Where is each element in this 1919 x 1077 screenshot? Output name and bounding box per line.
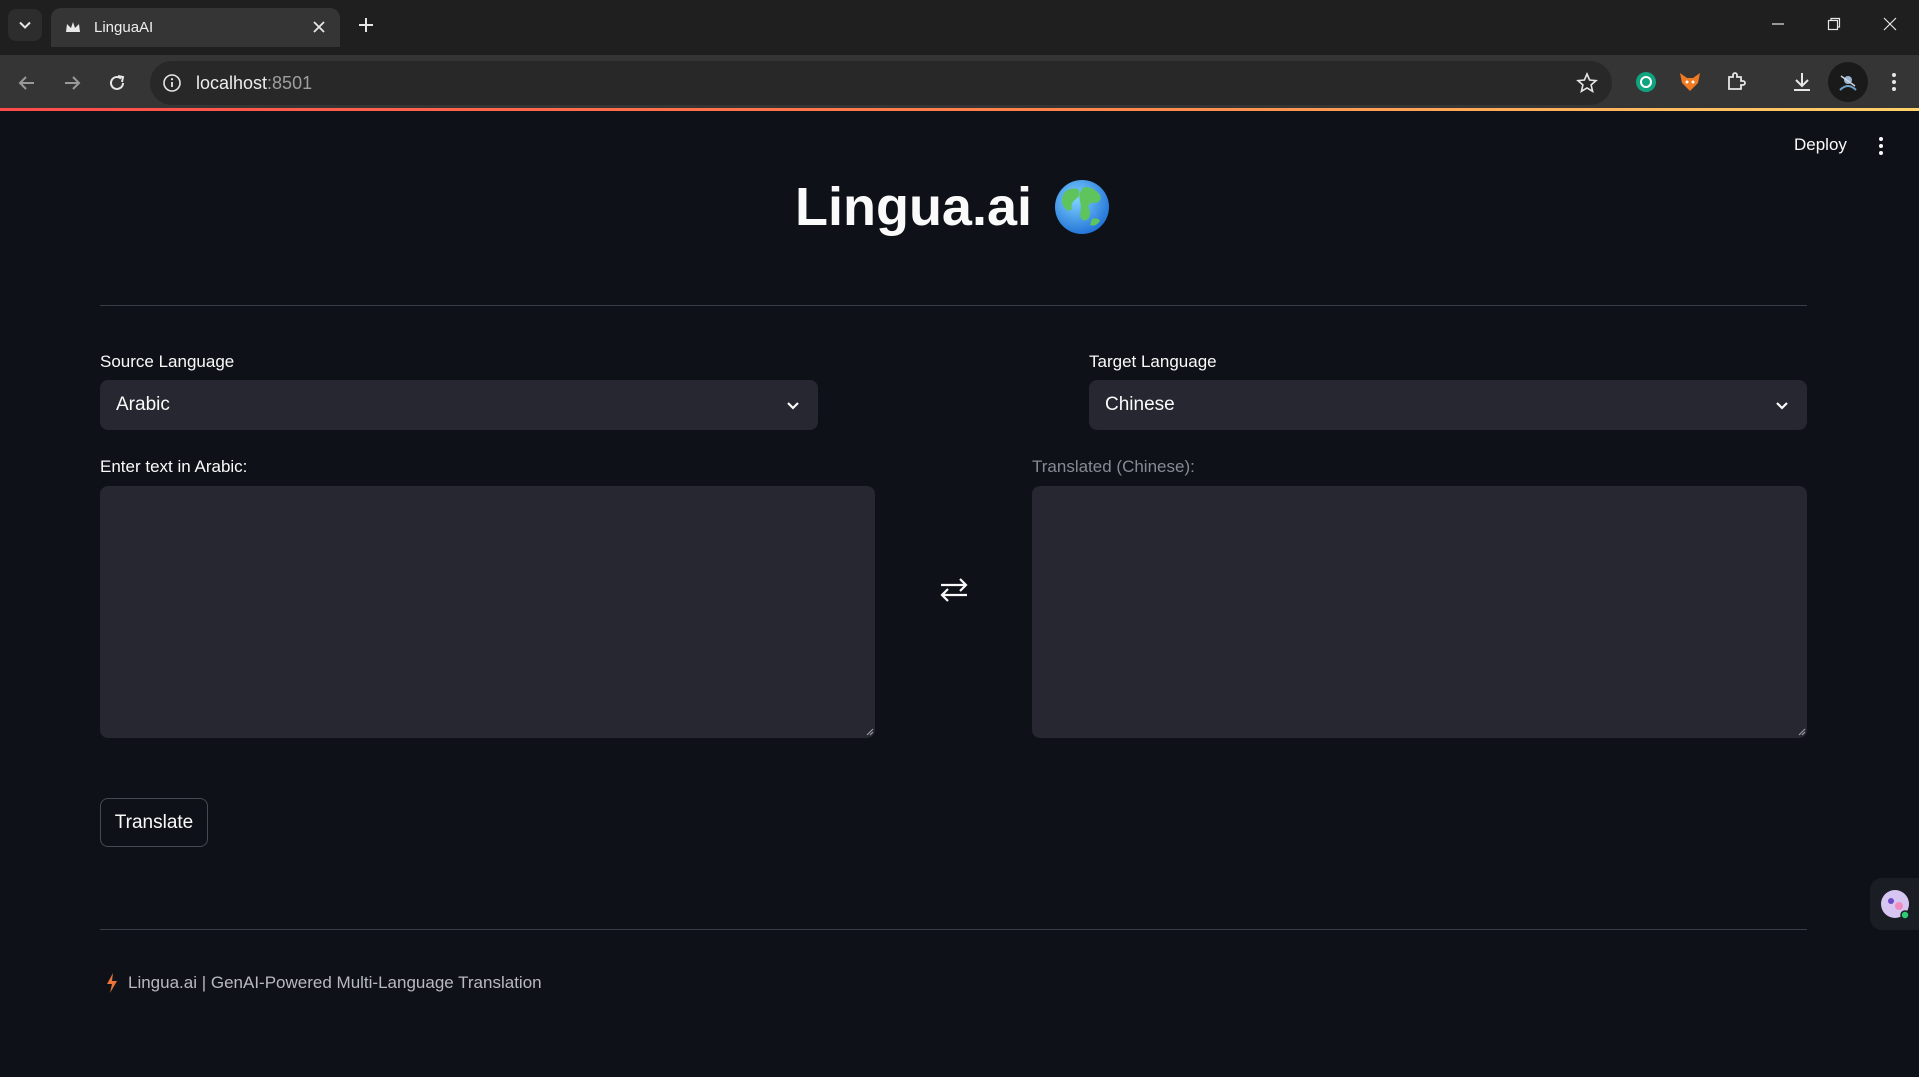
source-language-value: Arabic	[116, 394, 170, 415]
input-text-label: Enter text in Arabic:	[100, 457, 248, 476]
floating-assistant-button[interactable]	[1870, 878, 1919, 930]
new-tab-button[interactable]	[354, 13, 378, 37]
translate-button[interactable]: Translate	[100, 798, 208, 847]
profile-avatar[interactable]	[1828, 62, 1868, 102]
extensions-puzzle-icon[interactable]	[1721, 67, 1751, 97]
info-icon[interactable]	[160, 71, 184, 95]
close-icon	[1883, 17, 1897, 31]
assistant-avatar-icon	[1880, 890, 1910, 920]
browser-tab-bar: LinguaAI	[0, 0, 1919, 55]
page-title: Lingua.ai	[795, 176, 1110, 238]
minimize-icon	[1772, 23, 1784, 25]
title-row: Lingua.ai	[0, 176, 1919, 238]
output-textarea[interactable]	[1032, 486, 1807, 738]
output-text-label: Translated (Chinese):	[1032, 457, 1195, 476]
address-bar[interactable]: localhost:8501	[150, 61, 1612, 105]
forward-button[interactable]	[57, 68, 87, 98]
star-icon[interactable]	[1576, 71, 1598, 99]
avatar-icon	[1839, 75, 1857, 91]
tab-title: LinguaAI	[94, 19, 154, 36]
globe-icon	[1055, 180, 1109, 234]
browser-tab[interactable]: LinguaAI	[51, 8, 340, 47]
crown-icon	[64, 19, 82, 37]
lightning-icon	[107, 973, 117, 993]
resize-grip-icon[interactable]	[1796, 726, 1806, 736]
reload-icon	[110, 75, 125, 90]
source-language-select[interactable]: Arabic	[100, 380, 818, 430]
url-text: localhost:8501	[196, 73, 312, 94]
top-divider	[100, 305, 1807, 306]
chevron-down-icon	[19, 21, 31, 29]
download-icon[interactable]	[1787, 67, 1817, 97]
swap-languages-icon[interactable]	[937, 575, 971, 605]
fox-extension-icon[interactable]	[1675, 67, 1705, 97]
main-menu-icon[interactable]	[1870, 134, 1892, 158]
target-language-label: Target Language	[1089, 352, 1217, 371]
url-host: localhost	[196, 73, 268, 93]
chevron-down-icon	[1776, 402, 1788, 410]
tab-list-button[interactable]	[8, 9, 42, 41]
chatgpt-extension-icon[interactable]	[1631, 67, 1661, 97]
source-language-label: Source Language	[100, 352, 235, 371]
arrow-left-icon	[18, 76, 34, 90]
footer: Lingua.ai | GenAI-Powered Multi-Language…	[106, 973, 542, 993]
window-close-button[interactable]	[1862, 0, 1918, 48]
plus-icon	[359, 18, 373, 32]
footer-text: Lingua.ai | GenAI-Powered Multi-Language…	[128, 973, 542, 992]
minimize-button[interactable]	[1750, 0, 1806, 48]
arrow-right-icon	[65, 76, 81, 90]
restore-icon	[1827, 17, 1841, 31]
target-language-value: Chinese	[1105, 394, 1175, 415]
back-button[interactable]	[12, 68, 42, 98]
bottom-divider	[100, 929, 1807, 930]
restore-button[interactable]	[1806, 0, 1862, 48]
url-port: :8501	[267, 73, 313, 93]
browser-toolbar: localhost:8501	[0, 55, 1919, 110]
reload-button[interactable]	[102, 68, 132, 98]
close-icon[interactable]	[310, 18, 328, 36]
chrome-menu-icon[interactable]	[1879, 67, 1909, 97]
streamlit-top-decoration	[0, 108, 1919, 111]
chevron-down-icon	[787, 402, 799, 410]
input-textarea[interactable]	[100, 486, 875, 738]
deploy-button[interactable]: Deploy	[1794, 135, 1847, 155]
page-title-text: Lingua.ai	[794, 177, 1032, 237]
target-language-select[interactable]: Chinese	[1089, 380, 1807, 430]
resize-grip-icon[interactable]	[864, 726, 874, 736]
